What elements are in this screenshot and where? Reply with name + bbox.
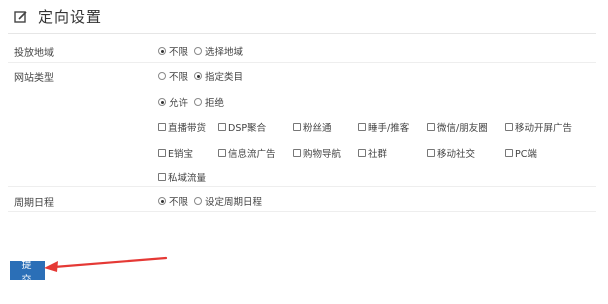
site-type-any-radio[interactable]: [158, 72, 166, 80]
region-select-radio[interactable]: [194, 47, 203, 55]
schedule-set-label: 设定周期日程: [205, 197, 263, 208]
category-checkbox[interactable]: 微信/朋友圈: [427, 120, 488, 134]
checkbox[interactable]: [505, 123, 513, 131]
header-divider: [8, 33, 596, 34]
category-label: 信息流广告: [228, 149, 276, 160]
category-checkbox[interactable]: 信息流广告: [218, 146, 276, 160]
category-label: 移动开屏广告: [515, 123, 573, 134]
category-checkbox[interactable]: E销宝: [158, 146, 193, 160]
checkbox[interactable]: [358, 149, 366, 157]
site-type-label: 网站类型: [14, 73, 54, 84]
page-title: 定向设置: [38, 7, 103, 26]
category-checkbox[interactable]: 购物导航: [293, 146, 341, 160]
checkbox[interactable]: [158, 123, 166, 131]
checkbox[interactable]: [505, 149, 513, 157]
category-checkbox[interactable]: 睡手/推客: [358, 120, 409, 134]
permit-allow-radio[interactable]: [158, 98, 166, 106]
category-checkbox[interactable]: 移动开屏广告: [505, 120, 572, 134]
checkbox[interactable]: [158, 149, 166, 157]
category-checkbox[interactable]: PC端: [505, 146, 537, 160]
category-label: 社群: [368, 149, 388, 160]
category-checkbox[interactable]: 粉丝通: [293, 120, 332, 134]
category-label: PC端: [515, 149, 537, 160]
site-type-specify-label: 指定类目: [205, 72, 244, 83]
category-label: 直播带货: [168, 123, 207, 134]
schedule-set-radio[interactable]: [194, 197, 203, 205]
site-type-radio-group: 不限 指定类目: [158, 69, 243, 83]
region-any-label: 不限: [169, 47, 189, 58]
category-checkbox[interactable]: 私域流量: [158, 170, 206, 184]
section-header: 定向设置: [14, 2, 102, 30]
checkbox[interactable]: [158, 173, 166, 181]
row-divider: [8, 186, 596, 187]
site-type-any-label: 不限: [169, 72, 189, 83]
row-divider: [8, 62, 596, 63]
category-label: 移动社交: [437, 149, 476, 160]
category-label: 购物导航: [303, 149, 342, 160]
permit-allow-label: 允许: [169, 98, 189, 109]
category-checkbox[interactable]: 直播带货: [158, 120, 206, 134]
checkbox[interactable]: [427, 123, 435, 131]
category-label: 微信/朋友圈: [437, 123, 488, 134]
region-radio-group: 不限 选择地域: [158, 44, 243, 58]
schedule-any-label: 不限: [169, 197, 189, 208]
category-checkbox[interactable]: 社群: [358, 146, 387, 160]
edit-icon: [14, 9, 28, 23]
region-label: 投放地域: [14, 48, 54, 59]
checkbox[interactable]: [218, 149, 226, 157]
category-label: 私域流量: [168, 173, 207, 184]
category-checkbox[interactable]: 移动社交: [427, 146, 475, 160]
checkbox[interactable]: [218, 123, 226, 131]
checkbox[interactable]: [358, 123, 366, 131]
category-checkbox[interactable]: DSP聚合: [218, 120, 266, 134]
category-label: E销宝: [168, 149, 194, 160]
targeting-settings-page: 定向设置 投放地域 不限 选择地域 网站类型 不限 指定类目 允许 拒绝 直播带…: [0, 0, 608, 304]
category-label: 粉丝通: [303, 123, 332, 134]
permit-radio-group: 允许 拒绝: [158, 95, 224, 109]
schedule-radio-group: 不限 设定周期日程: [158, 194, 262, 208]
region-any-radio[interactable]: [158, 47, 166, 55]
permit-deny-radio[interactable]: [194, 98, 203, 106]
category-label: DSP聚合: [228, 123, 267, 134]
site-type-specify-radio[interactable]: [194, 72, 203, 80]
checkbox[interactable]: [427, 149, 435, 157]
region-select-label: 选择地域: [205, 47, 244, 58]
category-label: 睡手/推客: [368, 123, 410, 134]
checkbox[interactable]: [293, 149, 301, 157]
row-divider: [8, 211, 596, 212]
schedule-label: 周期日程: [14, 198, 54, 209]
schedule-any-radio[interactable]: [158, 197, 166, 205]
red-arrow-annotation: [44, 256, 168, 272]
permit-deny-label: 拒绝: [205, 98, 225, 109]
checkbox[interactable]: [293, 123, 301, 131]
